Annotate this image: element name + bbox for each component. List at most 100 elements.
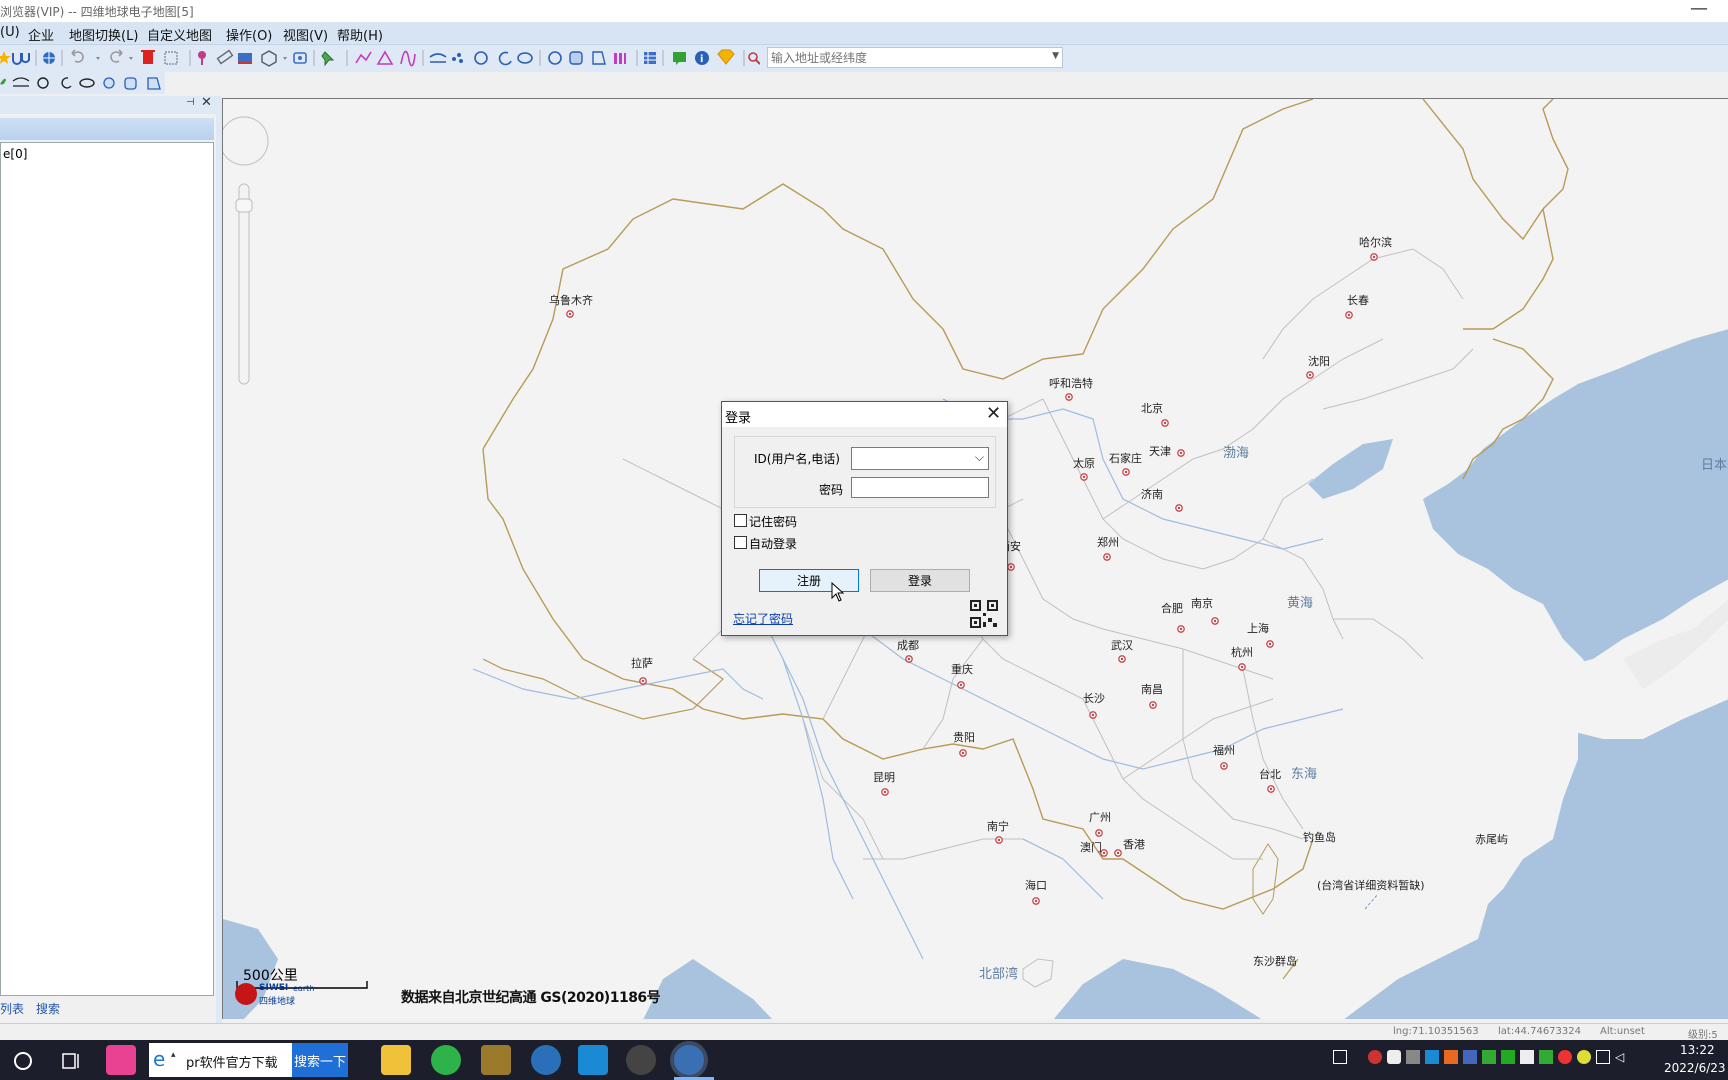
circle-icon[interactable] [37,77,49,89]
browser-search-bar[interactable]: e ▴ pr软件官方下载 [149,1043,292,1077]
arc-icon[interactable] [498,51,512,66]
magnet-icon[interactable] [12,53,30,65]
triangle-icon[interactable] [376,50,394,65]
zoom-slider[interactable] [238,183,250,385]
circle-icon[interactable] [474,51,488,65]
tray-app-icon[interactable] [1482,1050,1496,1064]
arc-line-icon[interactable] [429,53,447,63]
menu-item-enterprise[interactable]: 企业 [28,25,54,44]
siwei-app-icon[interactable] [674,1045,704,1075]
pin-panel-icon[interactable]: ⊣ [186,97,195,108]
pin-icon[interactable] [321,51,335,67]
shield-icon[interactable] [1520,1050,1534,1064]
menu-item-view[interactable]: 视图(V) [283,25,328,44]
square-fill-icon[interactable] [124,77,137,90]
forgot-password-link[interactable]: 忘记了密码 [733,610,793,627]
select-icon[interactable] [164,51,178,65]
task-view-icon[interactable] [60,1050,82,1072]
volume-icon[interactable]: ◁ [1615,1050,1629,1064]
ellipse-icon[interactable] [517,52,533,64]
close-icon[interactable]: ✕ [986,403,1001,424]
zoom-slider-handle[interactable] [235,198,253,213]
menu-item-u[interactable]: (U) [0,25,20,40]
chevron-up-icon[interactable]: ▴ [171,1050,176,1060]
globe-icon[interactable] [43,52,55,64]
tray-app-icon[interactable] [1577,1050,1591,1064]
menu-item-help[interactable]: 帮助(H) [337,25,383,44]
delete-icon[interactable] [141,50,155,64]
camera-icon[interactable] [293,52,307,64]
minimize-button[interactable]: — [1690,0,1708,19]
browser-app-icon[interactable] [531,1045,561,1075]
input-method-icon[interactable] [1333,1050,1347,1064]
placemark-icon[interactable] [198,51,206,65]
undo-icon[interactable] [71,49,100,63]
search-button[interactable]: 搜索一下 [292,1043,348,1077]
qq-app-icon[interactable] [578,1045,608,1075]
qr-code-icon[interactable] [970,600,998,628]
square-fill-icon[interactable] [569,51,583,65]
login-button[interactable]: 登录 [870,569,970,592]
polygon-icon[interactable] [261,50,287,67]
tab-list[interactable]: 列表 [0,1000,24,1017]
tray-app-icon[interactable] [1558,1050,1572,1064]
city-label: 贵阳 [953,731,975,744]
auto-login-checkbox[interactable] [734,536,747,549]
menu-item-operations[interactable]: 操作(O) [226,25,272,44]
circle-fill-icon[interactable] [548,51,562,65]
recorder-app-icon[interactable] [626,1045,656,1075]
chat-icon[interactable] [673,52,686,65]
network-icon[interactable] [1596,1050,1610,1064]
tab-search[interactable]: 搜索 [36,1000,60,1017]
star-icon[interactable] [0,51,11,64]
ellipse-icon[interactable] [79,78,95,88]
info-icon[interactable]: i [695,51,709,65]
tray-app-icon[interactable] [1501,1050,1515,1064]
tray-app-icon[interactable] [1444,1050,1458,1064]
chevron-down-icon[interactable]: ▼ [1052,51,1059,61]
area-icon[interactable] [147,77,161,90]
columns-icon[interactable] [614,53,626,64]
city-label: 呼和浩特 [1049,376,1093,390]
green-app-icon[interactable] [431,1045,461,1075]
ue-editor-icon[interactable] [481,1045,511,1075]
vip-diamond-icon[interactable] [717,49,735,65]
microphone-icon[interactable] [1387,1050,1401,1064]
browser-search-text[interactable]: pr软件官方下载 [186,1052,278,1071]
search-input[interactable] [768,48,1038,67]
tray-app-icon[interactable] [1368,1050,1382,1064]
tray-app-icon[interactable] [1406,1050,1420,1064]
table-icon[interactable] [644,52,656,64]
curve-icon[interactable] [400,50,416,67]
cortana-icon[interactable] [12,1050,34,1072]
password-field[interactable] [851,477,989,498]
points-icon[interactable] [452,53,463,63]
redo-icon[interactable] [110,49,133,63]
ie-icon: e [153,1047,166,1071]
chevron-down-icon[interactable]: ⌵ [975,450,984,465]
tree-item[interactable]: e[0] [3,147,27,161]
tray-app-icon[interactable] [1425,1050,1439,1064]
circle-fill-icon[interactable] [103,77,115,89]
tray-app-icon[interactable] [1463,1050,1477,1064]
leaf-icon[interactable] [0,78,6,85]
arc-icon[interactable] [61,77,72,89]
address-search-box[interactable]: ▼ [767,47,1063,68]
search-icon[interactable] [748,52,760,65]
arc-line-icon[interactable] [12,77,30,87]
id-field[interactable]: ⌵ [851,447,989,470]
clock-date[interactable]: 2022/6/23 [1664,1061,1726,1075]
area-icon[interactable] [592,51,606,65]
menu-item-map-switch[interactable]: 地图切换(L) [69,25,138,44]
file-explorer-icon[interactable] [381,1045,411,1075]
ruler-icon[interactable] [216,49,234,65]
remember-password-checkbox[interactable] [734,514,747,527]
menu-item-custom-map[interactable]: 自定义地图 [147,25,212,44]
measure-icon[interactable] [238,53,252,64]
close-panel-icon[interactable]: ✕ [201,95,212,110]
polyline-icon[interactable] [355,51,372,64]
tray-app-icon[interactable] [1539,1050,1553,1064]
compass-control[interactable] [223,116,269,166]
app-s-icon[interactable] [106,1045,136,1075]
clock-time[interactable]: 13:22 [1680,1043,1715,1057]
